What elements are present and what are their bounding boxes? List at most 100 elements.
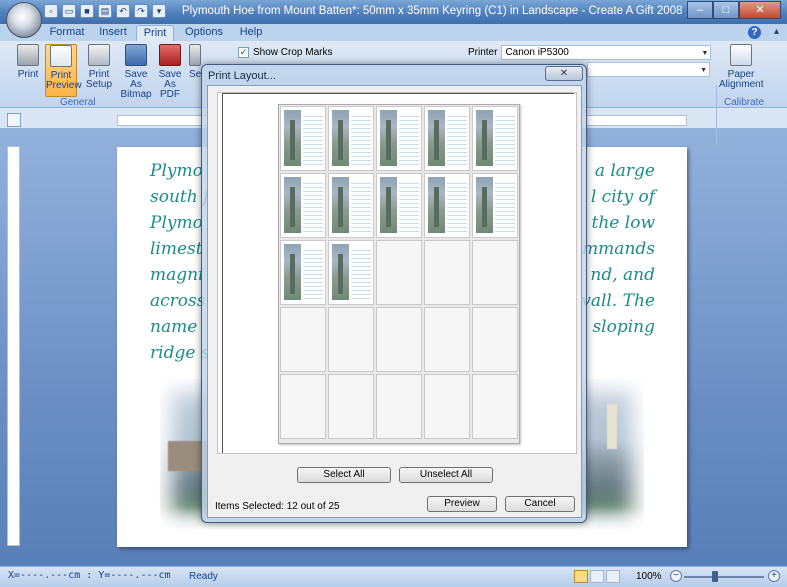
save-as-bitmap-label-2: Bitmap [120,89,152,100]
printer-row: Printer Canon iP5300 ▼ [468,45,712,60]
printer-select[interactable]: Canon iP5300 ▼ [501,45,712,60]
maximize-button[interactable]: □ [713,1,739,19]
keyring-thumbnail [332,244,349,300]
save-as-pdf-button[interactable]: Save As PDF [155,44,185,100]
print-layout-dialog: Print Layout... ✕ Select All Unselect Al… [201,64,587,523]
print-icon[interactable]: ▤ [98,4,112,18]
save-icon[interactable]: ■ [80,4,94,18]
layout-slot-selected[interactable] [424,106,470,171]
tab-format[interactable]: Format [46,25,88,41]
layout-slot-empty[interactable] [280,374,326,439]
layout-slot-empty[interactable] [424,307,470,372]
layout-slot-empty[interactable] [328,374,374,439]
tab-help[interactable]: Help [234,25,268,41]
new-icon[interactable]: ▫ [44,4,58,18]
layout-slot-empty[interactable] [424,374,470,439]
print-button[interactable]: Print [14,44,42,80]
zoom-out-button[interactable]: − [670,570,682,582]
layout-slot-selected[interactable] [280,106,326,171]
save-as-bitmap-button[interactable]: Save As Bitmap [119,44,153,100]
preview-page-icon [50,45,72,67]
undo-icon[interactable]: ↶ [116,4,130,18]
doc-line-right: nd, and [590,265,655,285]
view-full-screen-button[interactable] [590,570,604,583]
paper-alignment-label-2: Alignment [719,79,764,90]
window-controls: – □ ✕ [687,1,781,19]
layout-slot-empty[interactable] [376,307,422,372]
layout-slot-empty[interactable] [472,240,518,305]
preview-button[interactable]: Preview [427,496,497,512]
tab-insert[interactable]: Insert [92,25,134,41]
layout-sheet [278,104,520,444]
print-setup-button[interactable]: Print Setup [84,44,114,90]
ribbon-minimize-icon[interactable]: ▴ [774,26,779,37]
layout-slot-selected[interactable] [472,106,518,171]
show-crop-marks-checkbox[interactable]: ✓ [238,47,249,58]
layout-slot-selected[interactable] [328,173,374,238]
view-print-layout-button[interactable] [574,570,588,583]
status-bar: X=----.---cm : Y=----.---cm Ready 100% −… [0,566,787,587]
keyring-text-preview [303,113,323,165]
paper-alignment-button[interactable]: Paper Alignment [719,44,763,90]
close-button[interactable]: ✕ [739,1,781,19]
help-icon[interactable]: ? [748,26,761,39]
settings-button-label: Se [189,69,202,80]
layout-slot-empty[interactable] [328,307,374,372]
doc-line-right: sloping [592,317,655,337]
layout-slot-selected[interactable] [472,173,518,238]
cancel-button[interactable]: Cancel [505,496,575,512]
layout-slot-selected[interactable] [328,240,374,305]
group-label-general: General [60,97,96,108]
layout-slot-selected[interactable] [328,106,374,171]
layout-slot-selected[interactable] [280,173,326,238]
redo-icon[interactable]: ↷ [134,4,148,18]
layout-slot-selected[interactable] [424,173,470,238]
layout-slot-selected[interactable] [376,106,422,171]
tab-print[interactable]: Print [136,25,174,41]
ruler-toggle-button[interactable] [7,113,21,127]
layout-slot-selected[interactable] [280,240,326,305]
open-icon[interactable]: ▭ [62,4,76,18]
zoom-slider-thumb[interactable] [712,571,718,582]
dialog-close-button[interactable]: ✕ [545,66,583,81]
zoom-in-button[interactable]: + [768,570,780,582]
select-all-button[interactable]: Select All [297,467,391,483]
customize-icon[interactable]: ▾ [152,4,166,18]
layout-slot-empty[interactable] [280,307,326,372]
keyring-thumbnail [476,177,493,233]
layout-slot-empty[interactable] [472,307,518,372]
keyring-thumbnail [284,110,301,166]
keyring-thumbnail [284,244,301,300]
paper-select[interactable]: ▼ [587,62,710,77]
keyring-text-preview [351,247,371,299]
title-bar: ▫ ▭ ■ ▤ ↶ ↷ ▾ Plymouth Hoe from Mount Ba… [0,0,787,24]
zoom-slider[interactable] [684,576,764,578]
app-menu-button[interactable] [6,2,42,38]
layout-slot-selected[interactable] [376,173,422,238]
layout-slot-empty[interactable] [376,240,422,305]
keyring-thumbnail [284,177,301,233]
layout-preview [217,92,577,454]
cursor-coordinates: X=----.---cm : Y=----.---cm [8,570,171,581]
show-crop-marks-row[interactable]: ✓ Show Crop Marks [238,47,332,58]
layout-slot-empty[interactable] [424,240,470,305]
print-preview-button[interactable]: Print Preview [45,44,82,97]
printer-value: Canon iP5300 [505,47,569,58]
doc-line-left: limest [150,239,203,259]
doc-line-right: vall. The [581,291,655,311]
layout-slot-empty[interactable] [472,374,518,439]
settings-button[interactable]: Se [189,44,201,80]
layout-slot-empty[interactable] [376,374,422,439]
doc-line-right: the low [591,213,655,233]
keyring-text-preview [399,180,419,232]
tab-options[interactable]: Options [180,25,228,41]
minimize-button[interactable]: – [687,1,713,19]
doc-line-left: Plymo [150,213,203,233]
doc-line-left: Plymo [150,161,203,181]
unselect-all-button[interactable]: Unselect All [399,467,493,483]
keyring-text-preview [495,113,515,165]
view-web-layout-button[interactable] [606,570,620,583]
paper-alignment-icon [730,44,752,66]
save-bitmap-icon [125,44,147,66]
dialog-body: Select All Unselect All Items Selected: … [207,85,582,518]
